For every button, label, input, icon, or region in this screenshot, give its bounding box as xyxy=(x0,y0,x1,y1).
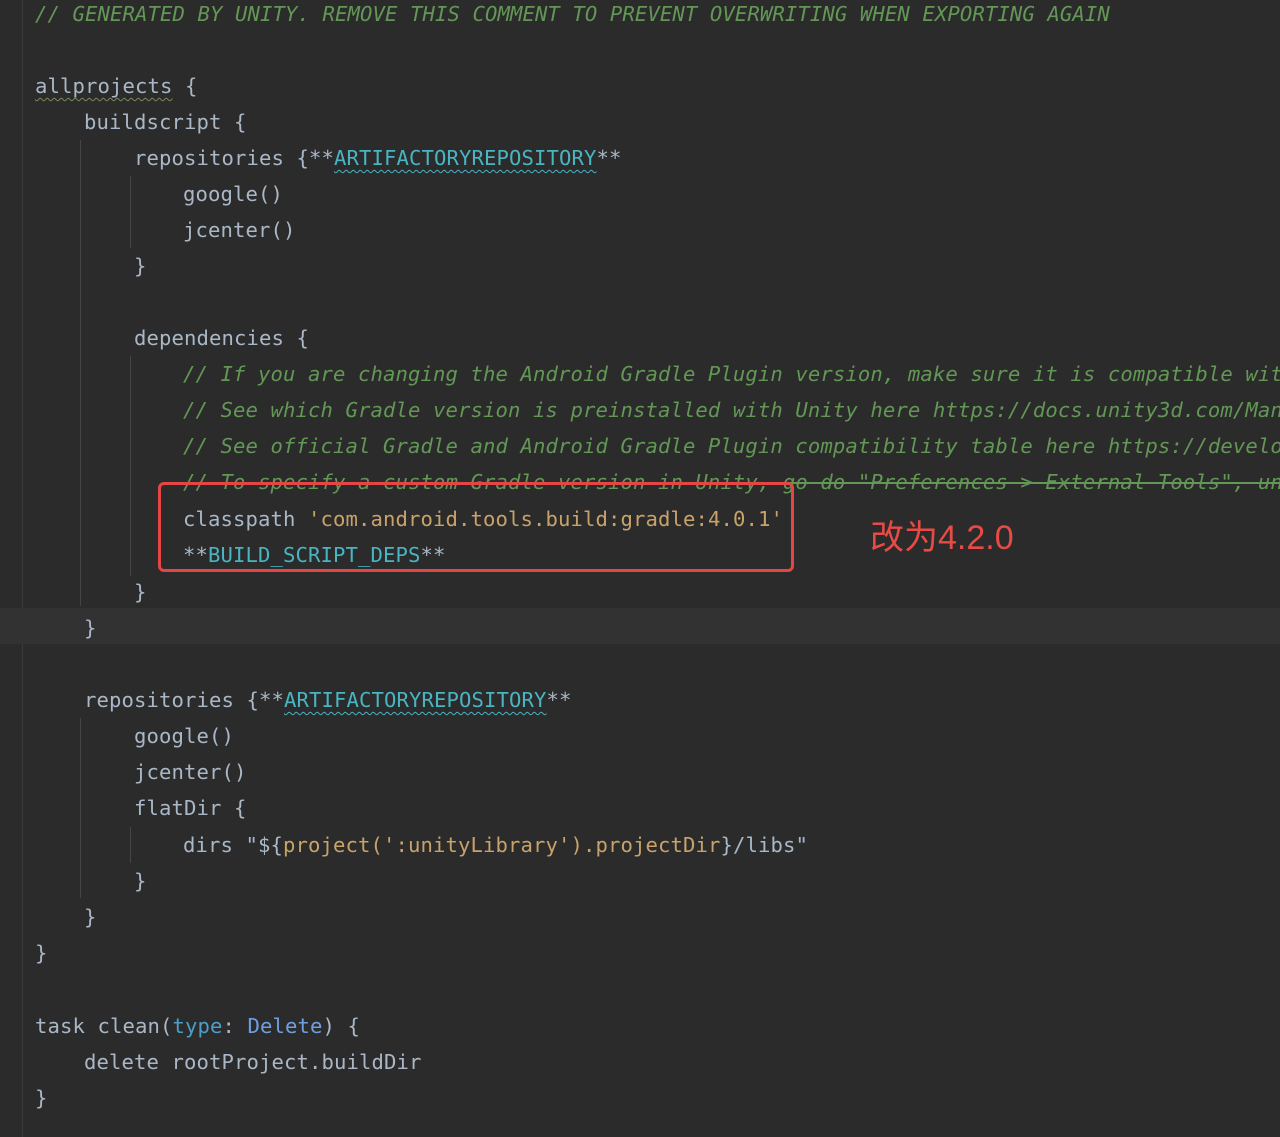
code-line[interactable]: repositories {**ARTIFACTORYREPOSITORY** xyxy=(134,140,621,176)
code-line[interactable]: // GENERATED BY UNITY. REMOVE THIS COMME… xyxy=(35,0,1110,32)
code-editor[interactable]: // GENERATED BY UNITY. REMOVE THIS COMME… xyxy=(0,0,1280,1137)
repositories-prefix: repositories {** xyxy=(134,146,334,170)
code-line[interactable]: flatDir { xyxy=(134,790,247,826)
jcenter-call: jcenter() xyxy=(183,218,296,242)
code-line[interactable]: } xyxy=(35,1080,48,1116)
flatdir-line: flatDir { xyxy=(134,796,247,820)
close-brace: } xyxy=(84,905,97,929)
google-call: google() xyxy=(183,182,283,206)
comment-line: // See which Gradle version is preinstal… xyxy=(183,398,1280,422)
indent-guide xyxy=(130,356,131,576)
jcenter-call: jcenter() xyxy=(134,760,247,784)
indent-guide xyxy=(130,176,131,248)
placeholder-suffix: ** xyxy=(546,688,572,712)
code-line[interactable]: } xyxy=(35,935,48,971)
header-comment: // GENERATED BY UNITY. REMOVE THIS COMME… xyxy=(35,2,1110,26)
code-line[interactable]: } xyxy=(134,863,147,899)
close-brace: } xyxy=(134,254,147,278)
task-type-param: type xyxy=(172,1014,223,1038)
task-delete-type: Delete xyxy=(247,1014,323,1038)
dirs-expression: project(':unityLibrary').projectDir xyxy=(283,833,721,857)
close-brace: } xyxy=(35,1086,48,1110)
code-line[interactable]: delete rootProject.buildDir xyxy=(84,1044,421,1080)
task-prefix: task clean( xyxy=(35,1014,173,1038)
code-line[interactable]: } xyxy=(134,574,147,610)
repositories-prefix: repositories {** xyxy=(84,688,284,712)
code-line[interactable]: repositories {**ARTIFACTORYREPOSITORY** xyxy=(84,682,571,718)
indent-guide xyxy=(80,140,81,606)
indent-guide xyxy=(130,827,131,863)
code-line[interactable]: allprojects { xyxy=(35,68,197,104)
code-line[interactable]: } xyxy=(84,610,97,646)
artifactory-placeholder: ARTIFACTORYREPOSITORY xyxy=(283,688,547,712)
google-call: google() xyxy=(134,724,234,748)
code-line[interactable]: // See official Gradle and Android Gradl… xyxy=(183,428,1280,464)
close-brace: } xyxy=(84,616,97,640)
close-brace: } xyxy=(134,580,147,604)
current-line-highlight xyxy=(0,608,1280,644)
code-line[interactable]: jcenter() xyxy=(183,212,296,248)
close-brace: } xyxy=(35,941,48,965)
code-line[interactable]: } xyxy=(134,248,147,284)
code-line[interactable]: // If you are changing the Android Gradl… xyxy=(183,356,1280,392)
code-line[interactable]: dirs "${project(':unityLibrary').project… xyxy=(183,827,808,863)
code-line[interactable]: jcenter() xyxy=(134,754,247,790)
delete-line: delete rootProject.buildDir xyxy=(84,1050,422,1074)
dirs-tail: }/libs" xyxy=(720,833,808,857)
code-line[interactable]: } xyxy=(84,899,97,935)
task-colon: : xyxy=(222,1014,248,1038)
code-line[interactable]: // See which Gradle version is preinstal… xyxy=(183,392,1280,428)
code-line[interactable]: buildscript { xyxy=(84,104,246,140)
placeholder-suffix: ** xyxy=(596,146,622,170)
indent-guide xyxy=(80,718,81,898)
dependencies-line: dependencies { xyxy=(134,326,309,350)
highlight-box xyxy=(158,482,794,572)
close-brace: } xyxy=(134,869,147,893)
dirs-keyword: dirs xyxy=(183,833,246,857)
code-line[interactable]: google() xyxy=(183,176,283,212)
code-line[interactable]: task clean(type: Delete) { xyxy=(35,1008,360,1044)
gutter-edge xyxy=(22,0,23,1137)
annotation-label: 改为4.2.0 xyxy=(870,519,1014,557)
code-line[interactable]: google() xyxy=(134,718,234,754)
open-brace: { xyxy=(172,74,198,98)
dirs-quote-open: "${ xyxy=(245,833,283,857)
comment-line: // See official Gradle and Android Gradl… xyxy=(183,434,1280,458)
comment-line: // If you are changing the Android Gradl… xyxy=(183,362,1280,386)
buildscript-line: buildscript { xyxy=(84,110,247,134)
artifactory-placeholder: ARTIFACTORYREPOSITORY xyxy=(333,146,597,170)
allprojects-keyword: allprojects xyxy=(35,74,173,98)
task-suffix: ) { xyxy=(322,1014,360,1038)
code-line[interactable]: dependencies { xyxy=(134,320,309,356)
